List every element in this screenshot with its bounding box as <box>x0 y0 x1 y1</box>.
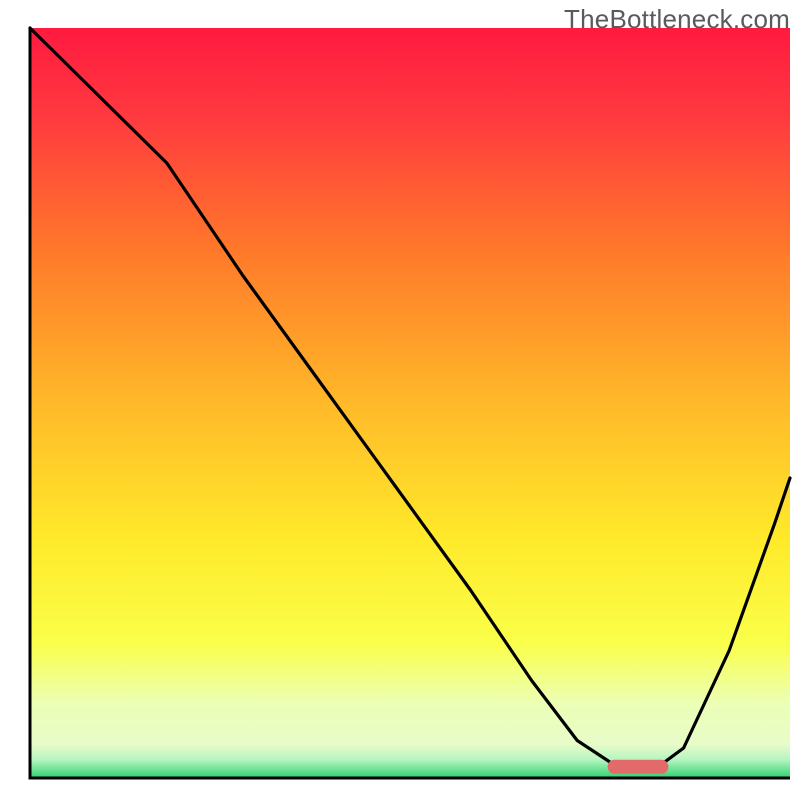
chart-canvas: TheBottleneck.com <box>0 0 800 800</box>
bottleneck-plot <box>0 0 800 800</box>
optimal-marker <box>608 760 669 774</box>
watermark-text: TheBottleneck.com <box>564 4 790 35</box>
